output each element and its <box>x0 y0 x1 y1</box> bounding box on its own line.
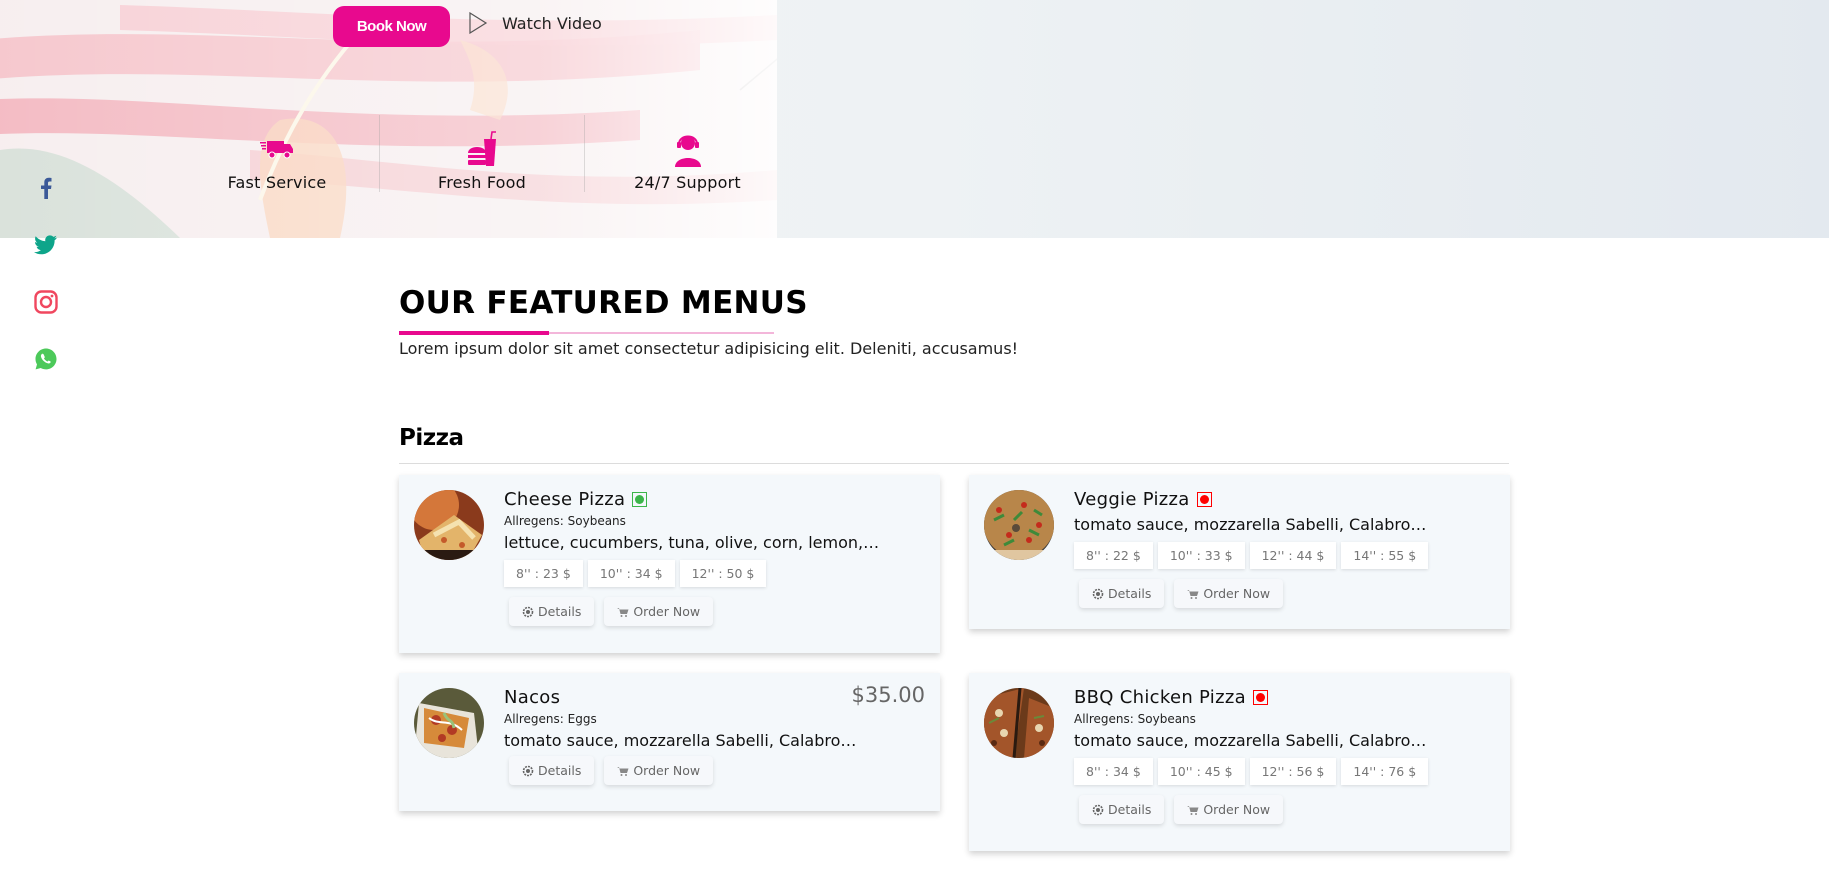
title-underline <box>399 331 774 335</box>
section-subtitle: Lorem ipsum dolor sit amet consectetur a… <box>399 339 1019 358</box>
play-icon <box>469 12 488 34</box>
support-agent-icon <box>674 135 701 167</box>
details-label: Details <box>538 763 582 778</box>
features-row: Fast Service Fresh Food 24/7 Support <box>175 115 790 192</box>
item-name: Nacos <box>504 687 561 708</box>
details-label: Details <box>538 604 582 619</box>
feature-label: 24/7 Support <box>634 173 741 192</box>
item-name-row: Veggie Pizza <box>1074 489 1495 510</box>
item-description: tomato sauce, mozzarella Sabelli, Calabr… <box>1074 515 1427 534</box>
details-label: Details <box>1108 586 1152 601</box>
order-now-button[interactable]: Order Now <box>604 597 714 626</box>
size-price-list: 8'' : 23 $ 10'' : 34 $ 12'' : 50 $ <box>504 560 925 587</box>
order-now-label: Order Now <box>1203 586 1271 601</box>
twitter-link[interactable] <box>32 233 60 257</box>
cart-icon <box>1187 805 1199 815</box>
item-allergens: Allregens: Soybeans <box>1074 712 1196 726</box>
size-price-option[interactable]: 14'' : 76 $ <box>1341 758 1429 785</box>
veg-indicator-icon <box>632 492 648 507</box>
book-now-button[interactable]: Book Now <box>333 6 450 47</box>
order-now-button[interactable]: Order Now <box>1174 795 1284 824</box>
order-now-label: Order Now <box>633 763 701 778</box>
instagram-icon <box>34 290 58 314</box>
cart-icon <box>617 607 629 617</box>
size-price-option[interactable]: 10'' : 45 $ <box>1157 758 1245 785</box>
feature-fast-service: Fast Service <box>175 115 380 192</box>
facebook-icon <box>41 177 52 199</box>
food-image <box>414 688 484 758</box>
details-button[interactable]: Details <box>509 597 595 626</box>
menu-card-cheese-pizza: Cheese Pizza Allregens: Soybeans lettuce… <box>399 475 940 653</box>
nonveg-indicator-icon <box>1252 690 1268 705</box>
eye-icon <box>522 606 534 617</box>
burger-drink-icon <box>468 131 496 166</box>
item-name: Veggie Pizza <box>1074 489 1190 510</box>
menu-card-veggie-pizza: Veggie Pizza tomato sauce, mozzarella Sa… <box>969 475 1510 629</box>
food-image <box>984 688 1054 758</box>
food-image <box>414 490 484 560</box>
item-allergens: Allregens: Soybeans <box>504 514 626 528</box>
item-name: Cheese Pizza <box>504 489 626 510</box>
size-price-option[interactable]: 12'' : 56 $ <box>1249 758 1337 785</box>
item-name-row: BBQ Chicken Pizza <box>1074 687 1495 708</box>
size-price-option[interactable]: 8'' : 22 $ <box>1074 542 1153 569</box>
item-allergens: Allregens: Eggs <box>504 712 597 726</box>
size-price-list: 8'' : 34 $ 10'' : 45 $ 12'' : 56 $ 14'' … <box>1074 758 1495 785</box>
facebook-link[interactable] <box>32 176 60 200</box>
menu-card-nacos: Nacos Allregens: Eggs tomato sauce, mozz… <box>399 673 940 811</box>
whatsapp-link[interactable] <box>32 347 60 371</box>
size-price-option[interactable]: 10'' : 33 $ <box>1157 542 1245 569</box>
nonveg-indicator-icon <box>1196 492 1212 507</box>
order-now-button[interactable]: Order Now <box>1174 579 1284 608</box>
details-button[interactable]: Details <box>1079 795 1165 824</box>
details-label: Details <box>1108 802 1152 817</box>
size-price-option[interactable]: 10'' : 34 $ <box>587 560 675 587</box>
eye-icon <box>1092 804 1104 815</box>
section-title: OUR FEATURED MENUS <box>399 285 808 321</box>
twitter-icon <box>34 235 57 255</box>
featured-menus-section: OUR FEATURED MENUS Lorem ipsum dolor sit… <box>399 285 1509 358</box>
category-title: Pizza <box>399 425 464 451</box>
feature-label: Fast Service <box>227 173 327 192</box>
delivery-truck-icon <box>260 141 293 159</box>
item-name-row: Cheese Pizza <box>504 489 925 510</box>
social-links <box>32 176 60 371</box>
category-divider <box>399 463 1509 464</box>
size-price-option[interactable]: 12'' : 44 $ <box>1249 542 1337 569</box>
feature-label: Fresh Food <box>437 173 527 192</box>
item-description: tomato sauce, mozzarella Sabelli, Calabr… <box>504 731 857 750</box>
size-price-option[interactable]: 8'' : 23 $ <box>504 560 583 587</box>
feature-fresh-food: Fresh Food <box>380 115 585 192</box>
cart-icon <box>1187 589 1199 599</box>
size-price-option[interactable]: 14'' : 55 $ <box>1341 542 1429 569</box>
menu-card-bbq-chicken-pizza: BBQ Chicken Pizza Allregens: Soybeans to… <box>969 673 1510 851</box>
order-now-button[interactable]: Order Now <box>604 756 714 785</box>
eye-icon <box>522 765 534 776</box>
item-name: BBQ Chicken Pizza <box>1074 687 1246 708</box>
feature-support: 24/7 Support <box>585 115 790 192</box>
details-button[interactable]: Details <box>509 756 595 785</box>
size-price-option[interactable]: 8'' : 34 $ <box>1074 758 1153 785</box>
item-description: lettuce, cucumbers, tuna, olive, corn, l… <box>504 533 880 552</box>
watch-video-link[interactable]: Watch Video <box>468 12 602 34</box>
cart-icon <box>617 766 629 776</box>
size-price-list: 8'' : 22 $ 10'' : 33 $ 12'' : 44 $ 14'' … <box>1074 542 1495 569</box>
hero-banner: Book Now Watch Video Fast Service Fresh … <box>0 0 1829 238</box>
size-price-option[interactable]: 12'' : 50 $ <box>679 560 767 587</box>
order-now-label: Order Now <box>1203 802 1271 817</box>
order-now-label: Order Now <box>633 604 701 619</box>
item-description: tomato sauce, mozzarella Sabelli, Calabr… <box>1074 731 1427 750</box>
eye-icon <box>1092 588 1104 599</box>
details-button[interactable]: Details <box>1079 579 1165 608</box>
food-image <box>984 490 1054 560</box>
whatsapp-icon <box>35 348 57 370</box>
item-price: $35.00 <box>851 683 925 707</box>
watch-video-label: Watch Video <box>502 13 602 33</box>
instagram-link[interactable] <box>32 290 60 314</box>
